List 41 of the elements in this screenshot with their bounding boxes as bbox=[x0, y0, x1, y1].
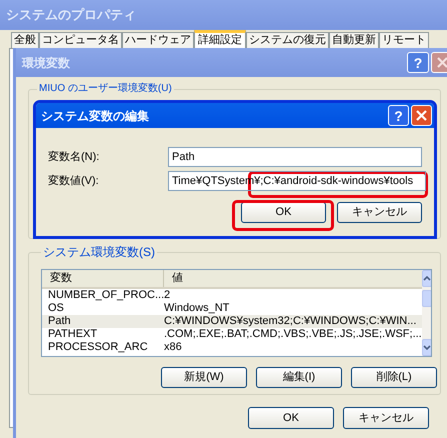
dialog-button[interactable]: OK bbox=[241, 202, 326, 223]
dialog-title: システム変数の編集 bbox=[41, 108, 149, 124]
close-button[interactable] bbox=[431, 52, 447, 73]
table-cell-text: NUMBER_OF_PROC... bbox=[47, 289, 164, 302]
dialog-button[interactable]: OK bbox=[248, 407, 334, 429]
group-label: MIUO のユーザー環境変数(U) bbox=[38, 83, 173, 95]
tab[interactable]: 自動更新 bbox=[329, 32, 379, 48]
table-cell-text: Path bbox=[47, 315, 72, 328]
help-button[interactable]: ? bbox=[388, 105, 409, 126]
table-cell-text: x86 bbox=[164, 341, 183, 354]
dialog-button[interactable]: キャンセル bbox=[343, 407, 429, 429]
tab[interactable]: 詳細設定 bbox=[194, 30, 246, 48]
field-label: 変数値(V): bbox=[48, 174, 100, 189]
table-cell-text: PATHEXT bbox=[47, 328, 98, 341]
help-button[interactable]: ? bbox=[407, 52, 429, 73]
table-cell-text: PROCESSOR_ARC bbox=[47, 341, 149, 354]
close-icon bbox=[416, 110, 427, 121]
list-row[interactable]: Path C:¥WINDOWS¥system32;C:¥WINDOWS;C:¥WIN... bbox=[42, 315, 422, 328]
close-button[interactable] bbox=[411, 105, 432, 126]
table-cell-text: 2 bbox=[164, 289, 172, 302]
tab[interactable]: 全般 bbox=[11, 32, 39, 48]
field-label: 変数名(N): bbox=[48, 150, 100, 165]
dialog-button[interactable]: 削除(L) bbox=[351, 367, 437, 388]
tab[interactable]: コンピュータ名 bbox=[39, 32, 122, 48]
tab[interactable]: ハードウェア bbox=[122, 32, 194, 48]
dialog-button[interactable]: 新規(W) bbox=[161, 367, 247, 388]
column-header[interactable]: 値 bbox=[164, 270, 422, 287]
dialog-button[interactable]: キャンセル bbox=[337, 202, 422, 223]
tab[interactable]: システムの復元 bbox=[246, 32, 329, 48]
column-header[interactable]: 変数 bbox=[42, 270, 164, 287]
table-cell: .COM;.EXE;.BAT;.CMD;.VBS;.VBE;.JS;.JSE;.WSF;... bbox=[164, 328, 422, 341]
input-field[interactable]: Path bbox=[168, 147, 422, 167]
group-label: システム環境変数(S) bbox=[42, 244, 156, 261]
window-title: 環境変数 bbox=[22, 54, 70, 72]
dialog-button[interactable]: 編集(I) bbox=[256, 367, 342, 388]
table-cell-text: OS bbox=[47, 302, 65, 315]
tab[interactable]: リモート bbox=[379, 32, 429, 48]
close-icon bbox=[436, 57, 447, 68]
table-cell-text: Windows_NT bbox=[164, 302, 230, 315]
table-cell-text: C:¥WINDOWS¥system32;C:¥WINDOWS;C:¥WIN... bbox=[164, 315, 418, 328]
window-title: システムのプロパティ bbox=[6, 6, 136, 24]
